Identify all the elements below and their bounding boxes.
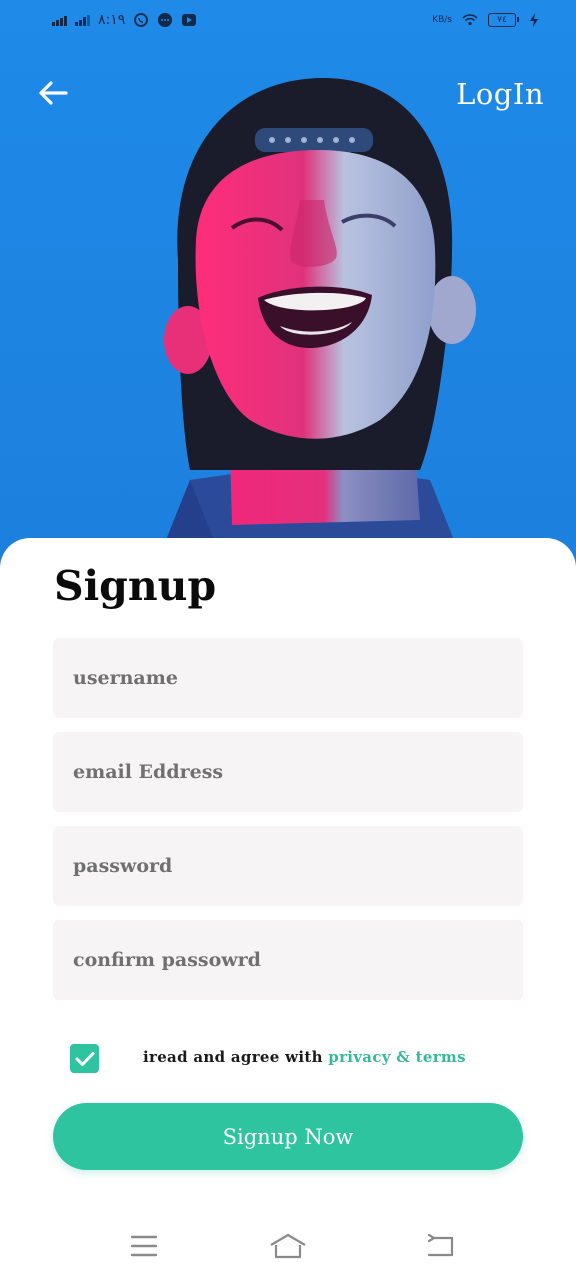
agree-label: iread and agree with privacy & terms: [143, 1048, 466, 1066]
password-input[interactable]: [53, 826, 523, 906]
status-bar-right: KB/s ٧٤: [432, 12, 542, 28]
agree-prefix: iread and agree with: [143, 1048, 329, 1066]
video-app-icon: [182, 14, 197, 26]
home-button[interactable]: [268, 1228, 308, 1264]
arrow-left-icon: [39, 81, 68, 105]
menu-button[interactable]: [124, 1228, 164, 1264]
signup-now-button[interactable]: Signup Now: [53, 1103, 523, 1170]
menu-icon: [130, 1235, 158, 1257]
back-icon: [427, 1234, 454, 1257]
status-bar-left: ٨:١٩: [52, 12, 197, 28]
signal-icon: [52, 14, 67, 26]
messenger-icon: [158, 13, 173, 27]
login-link[interactable]: LogIn: [456, 74, 544, 114]
wifi-icon: [462, 14, 478, 26]
privacy-terms-link[interactable]: privacy & terms: [328, 1048, 466, 1066]
agree-row: iread and agree with privacy & terms: [0, 1040, 576, 1076]
confirm-password-input[interactable]: [53, 920, 523, 1000]
network-speed: KB/s: [432, 15, 452, 25]
back-button[interactable]: [34, 74, 72, 112]
signup-card: Signup iread and agree with privacy & te…: [0, 538, 576, 1280]
email-input[interactable]: [53, 732, 523, 812]
charging-icon: [530, 13, 538, 27]
home-icon: [270, 1233, 306, 1259]
signal-icon-2: [75, 14, 90, 26]
agree-checkbox[interactable]: [70, 1044, 99, 1073]
battery-level: ٧٤: [497, 15, 507, 25]
whatsapp-icon: [134, 13, 149, 27]
status-time: ٨:١٩: [98, 12, 126, 28]
checkmark-icon: [75, 1051, 94, 1066]
system-nav-bar: [0, 1210, 576, 1280]
hero-banner: ٨:١٩ KB/s ٧٤ LogIn: [0, 0, 576, 580]
system-back-button[interactable]: [420, 1228, 460, 1264]
status-bar: ٨:١٩ KB/s ٧٤: [0, 0, 576, 46]
page-title: Signup: [54, 562, 217, 610]
username-input[interactable]: [53, 638, 523, 718]
battery-icon: ٧٤: [488, 13, 519, 27]
